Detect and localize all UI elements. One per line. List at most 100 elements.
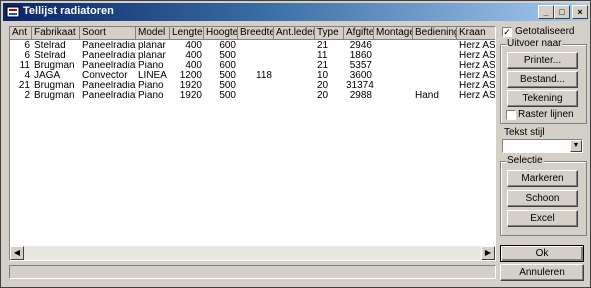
ok-button[interactable]: Ok bbox=[500, 245, 584, 262]
scroll-right-icon[interactable]: ▶ bbox=[481, 246, 495, 260]
table-cell: 600 bbox=[219, 61, 236, 71]
table-cell: 21 bbox=[317, 61, 329, 71]
getotaliseerd-checkbox[interactable]: ✓ bbox=[502, 27, 512, 37]
table-cell: 11 bbox=[317, 51, 328, 61]
table-cell: 11 bbox=[19, 61, 30, 71]
table-cell: Herz AS-T h bbox=[459, 81, 496, 91]
tekening-button[interactable]: Tekening bbox=[507, 90, 578, 107]
table-cell: 5357 bbox=[349, 61, 372, 71]
table-row[interactable]: 21 Brugman PaneelradiatorPiano 1920 500 20 313… bbox=[10, 81, 495, 91]
chevron-down-icon[interactable]: ▼ bbox=[570, 140, 582, 152]
table-cell: Herz AS-T h bbox=[459, 41, 496, 51]
table-cell: Paneelradiator bbox=[82, 41, 136, 51]
table-cell: 31374 bbox=[346, 81, 374, 91]
table-cell: Paneelradiator bbox=[82, 81, 136, 91]
horizontal-scrollbar[interactable]: ◀ ▶ bbox=[10, 245, 495, 260]
table-cell: Piano bbox=[138, 61, 164, 71]
table-cell: planar bbox=[138, 41, 166, 51]
column-header[interactable]: Kraan bbox=[457, 27, 495, 40]
raster-lijnen-label: Raster lijnen bbox=[518, 109, 574, 120]
table-cell: 1860 bbox=[349, 51, 372, 61]
table-row[interactable]: 6 Stelrad Paneelradiatorplanar 400 500 11 1860… bbox=[10, 51, 495, 61]
checkmark-icon: ✓ bbox=[503, 27, 511, 37]
selectie-label: Selectie bbox=[506, 155, 544, 166]
table-cell: Paneelradiator bbox=[82, 61, 136, 71]
table-cell: 400 bbox=[185, 61, 202, 71]
table-cell: planar bbox=[138, 51, 166, 61]
column-header[interactable]: Type bbox=[315, 27, 344, 40]
title-bar[interactable]: Tellijst radiatoren _ □ × bbox=[3, 3, 588, 21]
column-header[interactable]: Montage bbox=[374, 27, 413, 40]
table-cell: 21 bbox=[317, 41, 329, 51]
table-cell: JAGA bbox=[34, 71, 61, 81]
table-cell: 400 bbox=[185, 51, 202, 61]
column-header[interactable]: Hoogte bbox=[204, 27, 238, 40]
uitvoer-label: Uitvoer naar bbox=[506, 38, 563, 49]
minimize-button[interactable]: _ bbox=[538, 5, 554, 19]
table-row[interactable]: 11 Brugman PaneelradiatorPiano 400 600 21 5357… bbox=[10, 61, 495, 71]
table-cell: Brugman bbox=[34, 61, 75, 71]
radiator-list[interactable]: Ant Fabrikaat Soort Model Lengte Hoogte Breedt… bbox=[9, 26, 496, 261]
table-cell: 10 bbox=[317, 71, 329, 81]
window-title: Tellijst radiatoren bbox=[23, 5, 114, 17]
bestand-button[interactable]: Bestand... bbox=[507, 71, 578, 88]
table-cell: Herz AS-T h bbox=[459, 71, 496, 81]
table-cell: 600 bbox=[219, 41, 236, 51]
table-cell: 6 bbox=[24, 51, 30, 61]
column-header[interactable]: Ant bbox=[10, 27, 32, 40]
table-cell: Paneelradiator bbox=[82, 91, 136, 101]
table-cell: Stelrad bbox=[34, 41, 66, 51]
table-cell: Herz AS-T h bbox=[459, 91, 496, 101]
table-cell: 20 bbox=[317, 81, 329, 91]
table-cell: 1200 bbox=[179, 71, 202, 81]
dialog-window: Tellijst radiatoren _ □ × Ant Fabrikaat So… bbox=[0, 0, 591, 288]
table-cell: 500 bbox=[219, 51, 236, 61]
column-header[interactable]: Afgifte bbox=[344, 27, 374, 40]
column-header[interactable]: Model bbox=[136, 27, 170, 40]
table-row[interactable]: 6 Stelrad Paneelradiatorplanar 400 600 21 2946… bbox=[10, 41, 495, 51]
table-cell: 1920 bbox=[179, 81, 202, 91]
table-cell: Brugman bbox=[34, 91, 75, 101]
raster-lijnen-checkbox[interactable] bbox=[506, 110, 516, 120]
table-cell: Herz AS-T h bbox=[459, 51, 496, 61]
table-row[interactable]: 4 JAGA Convector LINEA 1200 500 118 10 3600 Herz … bbox=[10, 71, 495, 81]
annuleren-button[interactable]: Annuleren bbox=[500, 264, 584, 281]
maximize-button[interactable]: □ bbox=[554, 5, 570, 19]
table-cell: 500 bbox=[219, 91, 236, 101]
column-header[interactable]: Breedte bbox=[238, 27, 274, 40]
table-cell: 2 bbox=[24, 91, 30, 101]
printer-button[interactable]: Printer... bbox=[507, 52, 578, 69]
table-cell: 118 bbox=[256, 71, 272, 81]
table-cell: Piano bbox=[138, 91, 164, 101]
table-cell: 500 bbox=[219, 81, 236, 91]
table-cell: Convector bbox=[82, 71, 128, 81]
excel-button[interactable]: Excel bbox=[507, 210, 578, 227]
table-cell: 4 bbox=[24, 71, 30, 81]
table-cell: 2946 bbox=[349, 41, 372, 51]
table-cell: Piano bbox=[138, 81, 164, 91]
scroll-left-icon[interactable]: ◀ bbox=[10, 246, 24, 260]
table-cell: Hand bbox=[415, 91, 439, 101]
table-cell: 2988 bbox=[349, 91, 372, 101]
table-cell: 3600 bbox=[349, 71, 372, 81]
column-header[interactable]: Ant.leden bbox=[274, 27, 315, 40]
table-cell: Paneelradiator bbox=[82, 51, 136, 61]
table-cell: 21 bbox=[18, 81, 30, 91]
markeren-button[interactable]: Markeren bbox=[507, 170, 578, 187]
table-row[interactable]: 2 Brugman PaneelradiatorPiano 1920 500 20 2988… bbox=[10, 91, 495, 101]
tekststijl-select[interactable]: ▼ bbox=[502, 139, 583, 153]
column-header[interactable]: Fabrikaat bbox=[32, 27, 80, 40]
table-cell: 500 bbox=[219, 71, 236, 81]
tekststijl-label: Tekst stijl bbox=[504, 127, 545, 138]
column-header[interactable]: Lengte bbox=[170, 27, 204, 40]
schoon-button[interactable]: Schoon bbox=[507, 190, 578, 207]
app-icon bbox=[6, 6, 20, 18]
column-header[interactable]: Soort bbox=[80, 27, 136, 40]
table-cell: Stelrad bbox=[34, 51, 66, 61]
status-bar bbox=[9, 265, 496, 279]
column-header[interactable]: Bediening bbox=[413, 27, 457, 40]
table-cell: 6 bbox=[24, 41, 30, 51]
close-button[interactable]: × bbox=[572, 5, 588, 19]
getotaliseerd-label: Getotaliseerd bbox=[515, 26, 575, 37]
table-cell: Herz AS-T h bbox=[459, 61, 496, 71]
